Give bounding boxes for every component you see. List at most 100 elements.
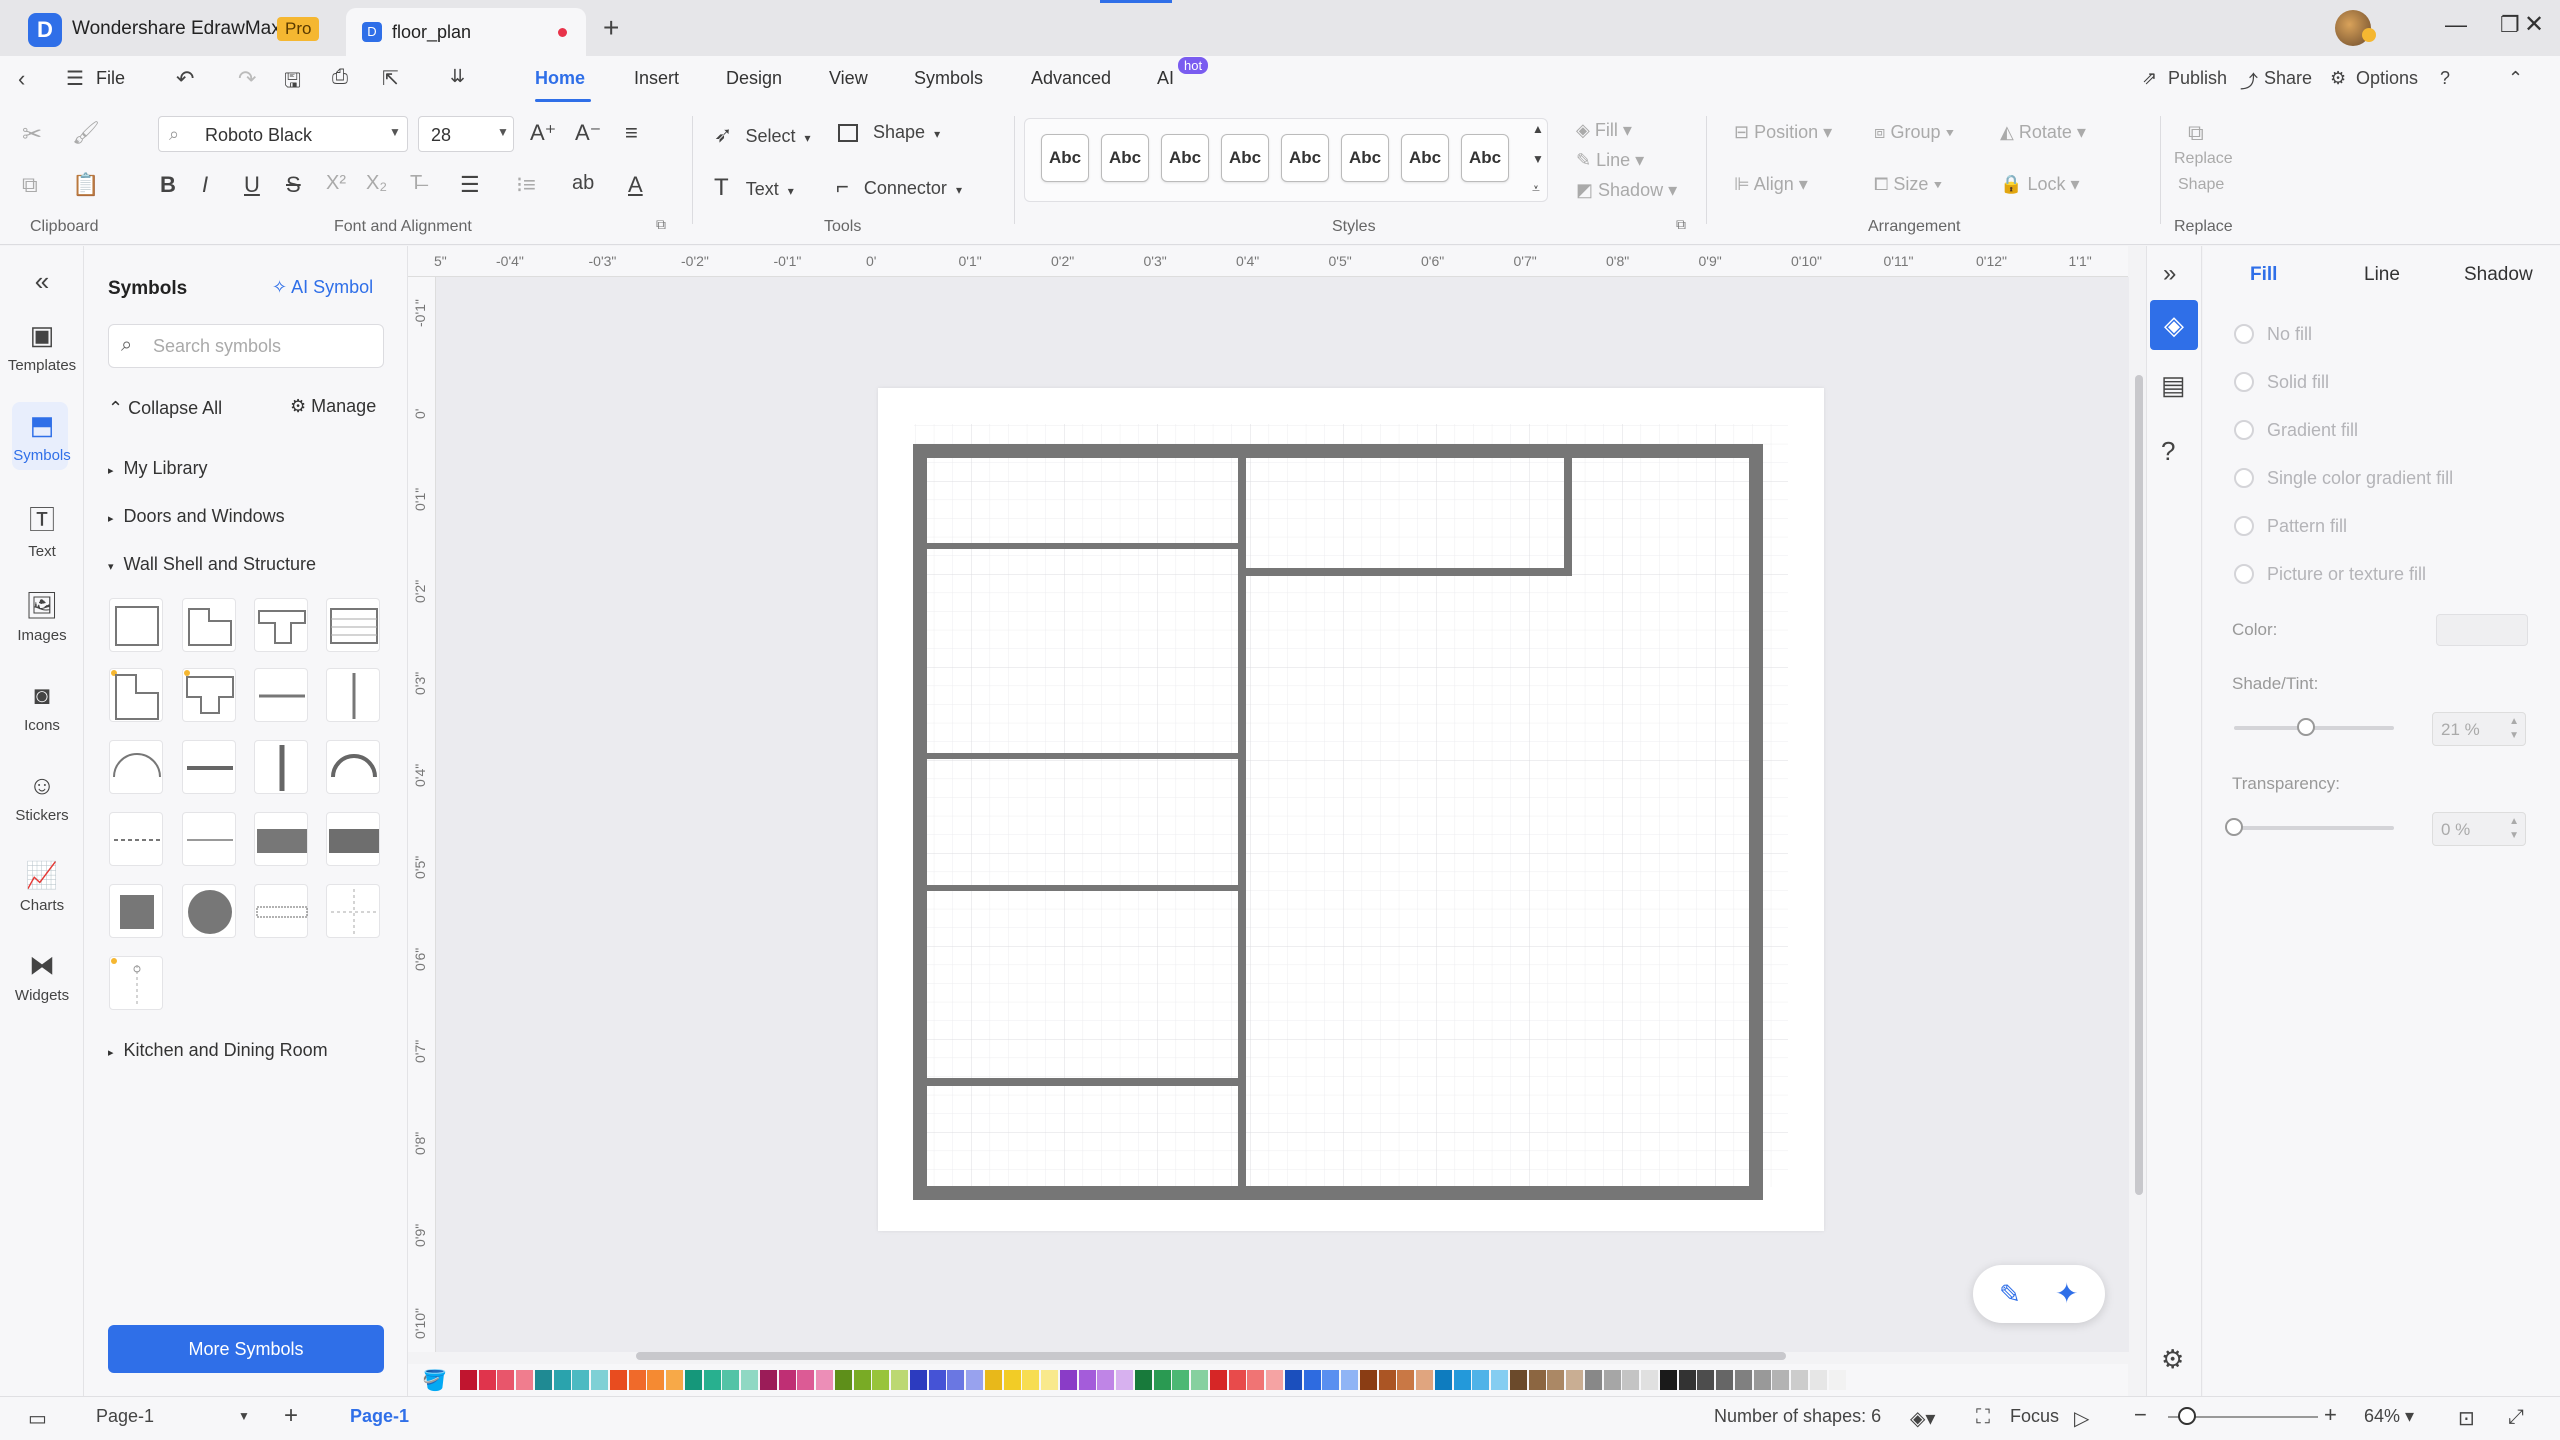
color-swatch[interactable] — [1697, 1370, 1714, 1390]
style-preset-6[interactable]: Abc — [1341, 134, 1389, 182]
color-swatch[interactable] — [853, 1370, 871, 1390]
strikethrough-icon[interactable]: S — [286, 172, 301, 198]
symbol-slab[interactable] — [254, 812, 308, 866]
color-swatch[interactable] — [722, 1370, 739, 1390]
color-swatch[interactable] — [1828, 1370, 1846, 1390]
color-swatch[interactable] — [1322, 1370, 1339, 1390]
share-button[interactable]: Share — [2264, 68, 2312, 89]
symbol-square-column[interactable] — [109, 884, 163, 938]
zoom-in-icon[interactable]: + — [2324, 1402, 2337, 1428]
back-icon[interactable]: ‹ — [18, 66, 25, 92]
layers-icon[interactable]: ◈▾ — [1910, 1406, 1935, 1431]
symbol-center-mark[interactable] — [326, 884, 380, 938]
tab-insert[interactable]: Insert — [634, 68, 679, 89]
symbol-wall-thick-h[interactable] — [182, 740, 236, 794]
new-tab-button[interactable]: + — [603, 12, 619, 44]
page-tab[interactable]: Page-1 — [350, 1406, 409, 1427]
ai-symbol-button[interactable]: ✧ AI Symbol — [272, 277, 373, 298]
text-align-icon[interactable]: ≡ — [625, 120, 638, 146]
color-swatch[interactable] — [1753, 1370, 1771, 1390]
color-swatch[interactable] — [553, 1370, 571, 1390]
zoom-level[interactable]: 64% ▾ — [2364, 1406, 2414, 1427]
add-page-button[interactable]: + — [284, 1402, 298, 1430]
share-icon[interactable]: ⤴ — [2240, 68, 2258, 94]
replace-shape-icon[interactable]: ⧉ — [2188, 120, 2204, 146]
symbol-arc-wall[interactable] — [109, 740, 163, 794]
close-window-button[interactable]: ✕ — [2524, 10, 2544, 39]
floor-plan-drawing[interactable] — [878, 388, 1824, 1231]
symbol-wall-hatch[interactable] — [326, 598, 380, 652]
symbol-slab-2[interactable] — [326, 812, 380, 866]
radio-gradient-fill[interactable] — [2234, 420, 2254, 440]
expand-dialog-icon[interactable]: ⧉ — [1676, 216, 1686, 233]
color-swatch[interactable] — [1190, 1370, 1208, 1390]
decrease-font-icon[interactable]: A⁻ — [575, 120, 601, 146]
symbol-stair-rail[interactable] — [254, 884, 308, 938]
help-icon[interactable]: ? — [2161, 436, 2175, 467]
style-preset-3[interactable]: Abc — [1161, 134, 1209, 182]
color-picker[interactable] — [2436, 614, 2528, 646]
color-swatch[interactable] — [985, 1370, 1002, 1390]
color-swatch[interactable] — [1397, 1370, 1414, 1390]
color-swatch[interactable] — [1547, 1370, 1564, 1390]
save-icon[interactable]: 🖫 — [284, 66, 301, 100]
radio-solid-fill[interactable] — [2234, 372, 2254, 392]
symbol-round-column[interactable] — [182, 884, 236, 938]
connector-tool[interactable]: ⌐ Connector ▾ — [836, 174, 962, 200]
bold-icon[interactable]: B — [160, 172, 176, 198]
radio-picture-fill[interactable] — [2234, 564, 2254, 584]
collapse-all-button[interactable]: ⌃ Collapse All — [108, 398, 222, 419]
style-preset-5[interactable]: Abc — [1281, 134, 1329, 182]
fill-panel-icon[interactable]: ◈ — [2150, 300, 2198, 350]
shade-slider[interactable] — [2234, 718, 2394, 736]
align-button[interactable]: ⊫ Align ▾ — [1734, 174, 1808, 195]
color-swatch[interactable] — [1435, 1370, 1452, 1390]
rotate-button[interactable]: ◭ Rotate ▾ — [2000, 122, 2086, 143]
tree-doors-windows[interactable]: ▸ Doors and Windows — [108, 506, 285, 527]
color-swatch[interactable] — [1510, 1370, 1527, 1390]
fill-bucket-icon[interactable]: 🪣 — [422, 1368, 447, 1393]
sidebar-item-widgets[interactable]: ⧓ Widgets — [0, 950, 84, 1004]
color-swatch[interactable] — [460, 1370, 477, 1390]
color-swatch[interactable] — [1528, 1370, 1546, 1390]
stepper-icon[interactable]: ▲ ▼ — [2509, 715, 2519, 743]
symbol-thin-wall[interactable] — [182, 812, 236, 866]
pro-badge[interactable]: Pro — [277, 17, 320, 41]
cut-icon[interactable]: ✂ — [22, 120, 42, 149]
gear-icon[interactable]: ⚙ — [2330, 68, 2346, 89]
shadow-button[interactable]: ◩ Shadow ▾ — [1576, 180, 1677, 201]
sidebar-item-charts[interactable]: 📈 Charts — [0, 860, 84, 914]
color-swatch[interactable] — [497, 1370, 514, 1390]
color-swatch[interactable] — [1097, 1370, 1114, 1390]
collapse-ribbon-icon[interactable]: ⌃ — [2508, 68, 2523, 89]
sidebar-item-icons[interactable]: ◙ Icons — [0, 680, 84, 734]
color-swatch[interactable] — [1585, 1370, 1602, 1390]
color-swatch[interactable] — [1135, 1370, 1152, 1390]
style-preset-1[interactable]: Abc — [1041, 134, 1089, 182]
group-button[interactable]: ⧈ Group ▾ — [1874, 122, 1954, 143]
color-swatch[interactable] — [1003, 1370, 1021, 1390]
color-swatch[interactable] — [685, 1370, 702, 1390]
color-swatch[interactable] — [760, 1370, 777, 1390]
drawing-page[interactable] — [878, 388, 1824, 1231]
stepper-icon[interactable]: ▲ ▼ — [2509, 815, 2519, 843]
color-swatch[interactable] — [740, 1370, 758, 1390]
position-button[interactable]: ⊟ Position ▾ — [1734, 122, 1832, 143]
color-swatch[interactable] — [1303, 1370, 1321, 1390]
color-swatch[interactable] — [1565, 1370, 1583, 1390]
publish-button[interactable]: Publish — [2168, 68, 2227, 89]
color-swatch[interactable] — [1078, 1370, 1096, 1390]
export-icon[interactable]: ⇱ — [382, 66, 399, 91]
color-swatch[interactable] — [1210, 1370, 1227, 1390]
color-swatch[interactable] — [1360, 1370, 1377, 1390]
size-button[interactable]: ⧠ Size ▾ — [1874, 174, 1942, 195]
color-swatch[interactable] — [797, 1370, 814, 1390]
options-button[interactable]: Options — [2356, 68, 2418, 89]
color-swatch[interactable] — [515, 1370, 533, 1390]
color-swatch[interactable] — [1772, 1370, 1789, 1390]
tab-advanced[interactable]: Advanced — [1031, 68, 1111, 89]
page-select[interactable]: Page-1 ▼ — [96, 1406, 256, 1427]
horizontal-scrollbar[interactable] — [636, 1352, 1786, 1360]
underline-icon[interactable]: U — [244, 172, 260, 198]
tree-my-library[interactable]: ▸ My Library — [108, 458, 208, 479]
